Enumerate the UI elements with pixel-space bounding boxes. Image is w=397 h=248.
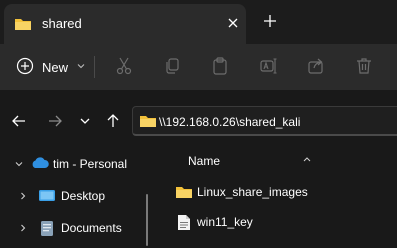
sidebar-item-desktop[interactable]: Desktop	[0, 184, 150, 208]
onedrive-cloud-icon	[30, 156, 50, 173]
chevron-down-icon[interactable]	[14, 158, 24, 172]
tab-title: shared	[42, 16, 82, 31]
list-item[interactable]: Linux_share_images	[150, 180, 397, 204]
new-button[interactable]: New	[16, 54, 86, 80]
sidebar-item-label: Documents	[61, 221, 122, 235]
new-tab-button[interactable]	[262, 13, 278, 29]
address-path: \\192.168.0.26\shared_kali	[159, 115, 301, 129]
chevron-right-icon[interactable]	[18, 222, 28, 236]
folder-icon	[14, 16, 32, 35]
navigation-row: \\192.168.0.26\shared_kali	[0, 90, 397, 152]
command-bar: New	[0, 44, 397, 90]
text-file-icon	[177, 214, 191, 234]
list-item[interactable]: win11_key	[150, 210, 397, 234]
address-bar[interactable]: \\192.168.0.26\shared_kali	[132, 106, 397, 136]
sidebar-scrollbar[interactable]	[146, 194, 148, 246]
desktop-icon	[38, 188, 56, 207]
toolbar-divider	[94, 56, 95, 78]
arrow-up-icon[interactable]	[104, 112, 122, 130]
list-item-name: win11_key	[197, 215, 253, 229]
sidebar-item-onedrive[interactable]: tim - Personal	[0, 152, 150, 176]
share-icon[interactable]	[306, 56, 326, 76]
copy-icon[interactable]	[162, 56, 182, 76]
folder-icon	[139, 113, 157, 132]
sidebar-item-label: tim - Personal	[53, 157, 128, 171]
chevron-down-icon	[76, 60, 86, 74]
arrow-left-icon[interactable]	[10, 112, 28, 130]
new-button-label: New	[42, 59, 69, 75]
column-header-name[interactable]: Name	[188, 154, 220, 168]
navigation-pane: tim - Personal Desktop Documents	[0, 152, 150, 248]
chevron-down-icon[interactable]	[76, 112, 94, 130]
chevron-up-icon	[302, 152, 312, 166]
close-icon[interactable]	[226, 16, 240, 30]
tab-shared[interactable]: shared	[4, 4, 246, 44]
list-item-name: Linux_share_images	[197, 185, 308, 199]
rename-icon[interactable]	[258, 56, 278, 76]
folder-icon	[175, 184, 193, 203]
documents-icon	[38, 220, 56, 241]
arrow-right-icon[interactable]	[46, 112, 64, 130]
delete-icon[interactable]	[354, 56, 374, 76]
file-list: Name Linux_share_images win11_key	[150, 152, 397, 248]
cut-icon[interactable]	[114, 56, 134, 76]
sidebar-item-label: Desktop	[61, 189, 106, 203]
chevron-right-icon[interactable]	[18, 190, 28, 204]
plus-circle-icon	[16, 57, 34, 78]
plus-icon	[264, 15, 276, 27]
sidebar-item-documents[interactable]: Documents	[0, 216, 150, 240]
paste-icon[interactable]	[210, 56, 230, 76]
tab-bar: shared	[0, 0, 397, 44]
